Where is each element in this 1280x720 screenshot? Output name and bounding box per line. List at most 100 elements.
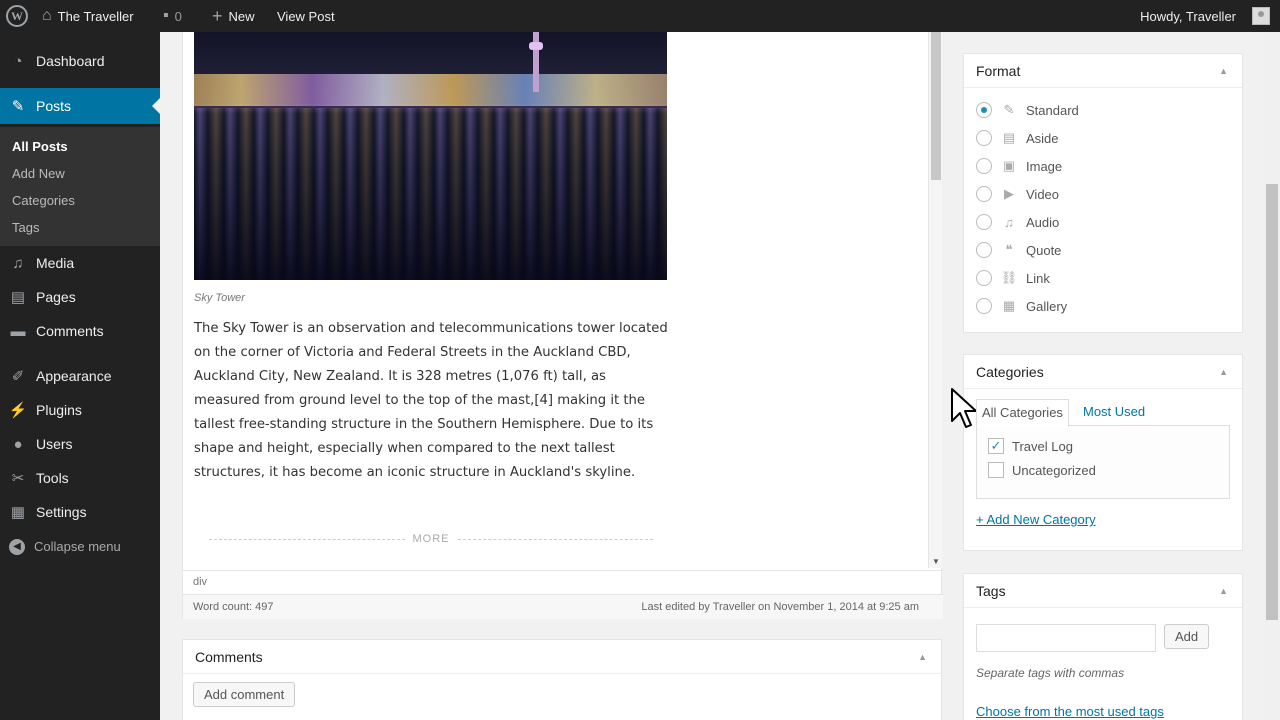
plus-icon: + xyxy=(212,5,223,26)
comments-box-header[interactable]: Comments ▲ xyxy=(183,640,941,674)
collapse-arrow-icon[interactable]: ▲ xyxy=(918,652,927,662)
sidebar-item-pages[interactable]: ▤ Pages xyxy=(0,280,160,314)
add-comment-button[interactable]: Add comment xyxy=(193,682,296,707)
tab-all-categories[interactable]: All Categories xyxy=(976,399,1069,427)
sidebar-item-dashboard[interactable]: ◔ Dashboard xyxy=(0,44,160,78)
sidebar-item-label: Plugins xyxy=(36,402,82,418)
sidebar-item-tools[interactable]: ✂ Tools xyxy=(0,461,160,495)
category-item-uncategorized[interactable]: Uncategorized xyxy=(988,458,1218,482)
site-name: The Traveller xyxy=(57,8,134,24)
format-option-standard[interactable]: ✎ Standard xyxy=(964,96,1242,124)
collapse-arrow-icon[interactable]: ▲ xyxy=(1219,586,1228,596)
aside-icon: ▤ xyxy=(1002,130,1016,145)
post-editor: Sky Tower The Sky Tower is an observatio… xyxy=(182,32,943,619)
user-icon: ● xyxy=(13,435,23,453)
admin-bar: W ⌂ The Traveller ▪ 0 + New View Post Ho… xyxy=(0,0,1280,32)
format-option-video[interactable]: ▶ Video xyxy=(964,180,1242,208)
format-label: Audio xyxy=(1026,214,1060,230)
editor-content-area[interactable]: Sky Tower The Sky Tower is an observatio… xyxy=(183,32,928,568)
category-tabs: All Categories Most Used xyxy=(976,399,1230,427)
sky-tower-image[interactable] xyxy=(194,32,667,280)
page-scroll-thumb[interactable] xyxy=(1266,184,1278,620)
comments-link[interactable]: ▪ 0 xyxy=(163,0,182,32)
sidebar-item-appearance[interactable]: ✐ Appearance xyxy=(0,359,160,393)
tags-metabox: Tags ▲ Add Separate tags with commas Cho… xyxy=(963,573,1243,720)
sidebar-item-posts[interactable]: ✎ Posts xyxy=(0,88,160,124)
format-option-gallery[interactable]: ▦ Gallery xyxy=(964,292,1242,320)
categories-metabox: Categories ▲ All Categories Most Used ✓ … xyxy=(963,354,1243,551)
paintbrush-icon: ✐ xyxy=(11,368,25,385)
radio[interactable] xyxy=(976,214,992,230)
posts-submenu: All Posts Add New Categories Tags xyxy=(0,127,160,246)
new-label: New xyxy=(228,8,255,24)
last-edited: Last edited by Traveller on November 1, … xyxy=(641,601,919,613)
more-label: MORE xyxy=(412,533,450,545)
sidebar-item-comments[interactable]: ▬ Comments xyxy=(0,314,160,348)
comment-bubble-icon: ▪ xyxy=(163,7,169,24)
format-label: Aside xyxy=(1026,130,1059,146)
radio[interactable] xyxy=(976,242,992,258)
plugin-icon: ⚡ xyxy=(8,402,28,419)
format-option-audio[interactable]: ♫ Audio xyxy=(964,208,1242,236)
collapse-menu-button[interactable]: ◀ Collapse menu xyxy=(0,532,160,560)
choose-most-used-tags-link[interactable]: Choose from the most used tags xyxy=(976,704,1164,719)
collapse-arrow-icon[interactable]: ▲ xyxy=(1219,367,1228,377)
categories-box-header[interactable]: Categories ▲ xyxy=(964,355,1242,389)
comments-count: 0 xyxy=(174,8,182,24)
radio[interactable] xyxy=(976,186,992,202)
sidebar-item-media[interactable]: ♫ Media xyxy=(0,246,160,280)
collapse-menu-label: Collapse menu xyxy=(34,538,121,554)
category-checklist: ✓ Travel Log Uncategorized xyxy=(976,425,1230,499)
sidebar-item-plugins[interactable]: ⚡ Plugins xyxy=(0,393,160,427)
wordpress-logo-icon[interactable]: W xyxy=(6,5,28,27)
scroll-down-icon[interactable]: ▼ xyxy=(932,557,940,566)
add-new-category-link[interactable]: + Add New Category xyxy=(976,512,1096,527)
collapse-arrow-icon: ◀ xyxy=(9,539,25,555)
quote-icon: ❝ xyxy=(1005,242,1013,257)
category-label: Travel Log xyxy=(1012,438,1073,454)
radio[interactable] xyxy=(976,298,992,314)
submenu-categories[interactable]: Categories xyxy=(0,187,160,214)
collapse-arrow-icon[interactable]: ▲ xyxy=(1219,66,1228,76)
dashboard-icon: ◔ xyxy=(13,52,23,70)
audio-icon: ♫ xyxy=(1004,214,1014,230)
category-item-travel-log[interactable]: ✓ Travel Log xyxy=(988,434,1218,458)
radio[interactable] xyxy=(976,130,992,146)
submenu-tags[interactable]: Tags xyxy=(0,214,160,241)
sidebar-item-settings[interactable]: ▦ Settings xyxy=(0,495,160,529)
editor-scrollbar[interactable]: ▼ xyxy=(928,32,942,568)
more-separator: MORE xyxy=(201,532,661,546)
editor-scroll-thumb[interactable] xyxy=(931,32,941,180)
sidebar-item-users[interactable]: ● Users xyxy=(0,427,160,461)
sidebar-item-label: Pages xyxy=(36,289,76,305)
view-post-link[interactable]: View Post xyxy=(277,0,335,32)
sidebar-item-label: Settings xyxy=(36,504,87,520)
howdy-link[interactable]: Howdy, Traveller xyxy=(1140,0,1236,32)
word-count: Word count: 497 xyxy=(193,601,274,613)
avatar[interactable] xyxy=(1252,7,1270,25)
submenu-add-new[interactable]: Add New xyxy=(0,160,160,187)
submenu-all-posts[interactable]: All Posts xyxy=(0,133,160,160)
format-label: Gallery xyxy=(1026,298,1068,314)
page-scrollbar[interactable] xyxy=(1264,32,1280,720)
format-box-header[interactable]: Format ▲ xyxy=(964,54,1242,88)
format-option-quote[interactable]: ❝ Quote xyxy=(964,236,1242,264)
format-option-aside[interactable]: ▤ Aside xyxy=(964,124,1242,152)
checkbox[interactable] xyxy=(988,462,1004,478)
post-body-text[interactable]: The Sky Tower is an observation and tele… xyxy=(194,317,674,485)
tags-input[interactable] xyxy=(976,624,1156,652)
new-content-link[interactable]: + New xyxy=(212,0,255,32)
format-option-image[interactable]: ▣ Image xyxy=(964,152,1242,180)
pushpin-icon: ✎ xyxy=(11,98,25,115)
admin-sidebar: ◔ Dashboard ✎ Posts All Posts Add New Ca… xyxy=(0,32,160,720)
radio[interactable] xyxy=(976,158,992,174)
tags-box-title: Tags xyxy=(976,583,1006,599)
tab-most-used[interactable]: Most Used xyxy=(1078,399,1150,427)
tags-box-header[interactable]: Tags ▲ xyxy=(964,574,1242,608)
radio-selected[interactable] xyxy=(976,102,992,118)
add-tag-button[interactable]: Add xyxy=(1164,624,1210,649)
site-name-link[interactable]: ⌂ The Traveller xyxy=(42,0,134,32)
radio[interactable] xyxy=(976,270,992,286)
format-option-link[interactable]: ⛓ Link xyxy=(964,264,1242,292)
checkbox-checked[interactable]: ✓ xyxy=(988,438,1004,454)
